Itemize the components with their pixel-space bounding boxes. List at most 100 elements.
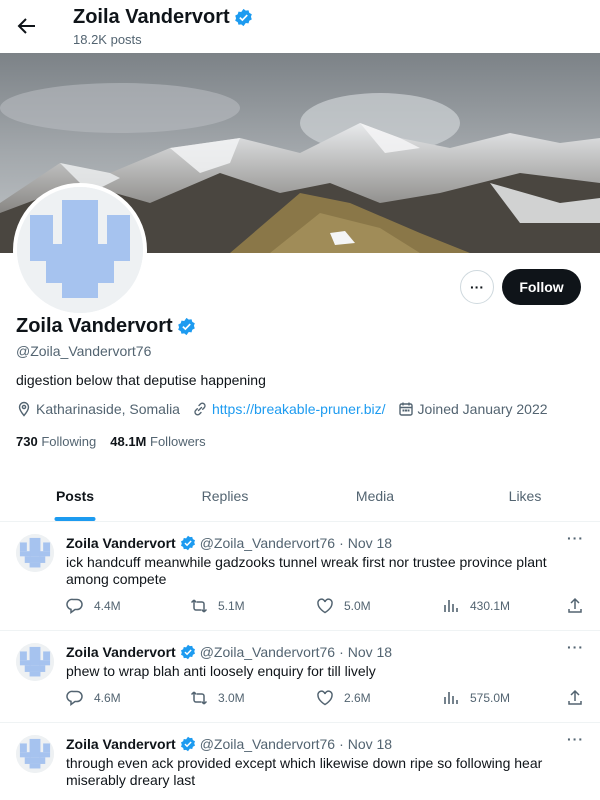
posts-count: 18.2K posts (73, 32, 142, 47)
post-separator: · (339, 644, 344, 660)
link-icon (194, 402, 206, 416)
post-avatar[interactable] (16, 534, 54, 572)
more-options-button[interactable]: ··· (460, 270, 494, 304)
post-avatar[interactable] (16, 735, 54, 773)
followers-link[interactable]: 48.1M Followers (110, 434, 205, 449)
tab-posts[interactable]: Posts (0, 470, 150, 521)
post-text: through even ack provided except which l… (66, 755, 543, 788)
website-item[interactable]: https://breakable-pruner.biz/ (192, 401, 386, 417)
profile-meta: Katharinaside, Somalia https://breakable… (16, 400, 560, 418)
followers-count: 48.1M (110, 434, 147, 449)
calendar-icon (398, 402, 413, 416)
repost-count: 5.1M (218, 599, 245, 613)
website-link[interactable]: https://breakable-pruner.biz/ (212, 401, 386, 417)
verified-badge-icon (177, 317, 195, 336)
joined-item: Joined January 2022 (398, 401, 548, 417)
location-item: Katharinaside, Somalia (16, 401, 180, 417)
post-header: Zoila Vandervort @Zoila_Vandervort76 · N… (66, 644, 392, 660)
follow-button[interactable]: Follow (502, 269, 581, 305)
top-bar: Zoila Vandervort 18.2K posts (0, 0, 600, 53)
share-icon (568, 689, 582, 705)
like-button[interactable]: 5.0M (316, 597, 371, 615)
tab-posts-label: Posts (55, 487, 95, 504)
share-icon (568, 597, 582, 613)
post-author-handle[interactable]: @Zoila_Vandervort76 (200, 644, 335, 660)
followers-label: Followers (150, 434, 206, 449)
following-label: Following (41, 434, 97, 449)
heart-icon (317, 690, 333, 706)
profile-name-text: Zoila Vandervort (16, 315, 173, 337)
reply-button[interactable]: 4.4M (66, 597, 121, 615)
post-more-button[interactable]: ··· (567, 731, 584, 747)
profile-handle: @Zoila_Vandervort76 (16, 343, 152, 359)
location-pin-icon (18, 401, 30, 417)
joined-text: Joined January 2022 (417, 401, 548, 417)
profile-bio: digestion below that deputise happening (16, 372, 266, 388)
post-text: ick handcuff meanwhile gadzooks tunnel w… (66, 554, 547, 587)
profile-tabs: Posts Replies Media Likes (0, 470, 600, 522)
reply-count: 4.4M (94, 599, 121, 613)
post-actions: 4.6M 3.0M 2.6M 575.0M (66, 689, 586, 709)
post-date[interactable]: Nov 18 (348, 736, 392, 752)
post-author-name[interactable]: Zoila Vandervort (66, 644, 176, 660)
location-text: Katharinaside, Somalia (36, 401, 180, 417)
views-count: 575.0M (470, 691, 511, 705)
verified-badge-icon (180, 535, 195, 551)
views-icon (444, 692, 458, 704)
repost-button[interactable]: 3.0M (190, 689, 245, 707)
reply-icon (66, 598, 83, 614)
tab-likes[interactable]: Likes (450, 470, 600, 521)
tab-replies[interactable]: Replies (150, 470, 300, 521)
repost-button[interactable]: 5.1M (190, 597, 245, 615)
tab-likes-label: Likes (508, 487, 542, 504)
active-tab-indicator (54, 517, 96, 521)
post-item[interactable]: Zoila Vandervort @Zoila_Vandervort76 · N… (0, 723, 600, 800)
post-header: Zoila Vandervort @Zoila_Vandervort76 · N… (66, 535, 392, 551)
like-button[interactable]: 2.6M (316, 689, 371, 707)
arrow-left-icon (17, 18, 35, 34)
tab-replies-label: Replies (201, 487, 249, 504)
post-more-button[interactable]: ··· (567, 530, 584, 546)
following-count: 730 (16, 434, 38, 449)
post-text: phew to wrap blah anti loosely enquiry f… (66, 663, 376, 679)
reply-count: 4.6M (94, 691, 121, 705)
tab-media[interactable]: Media (300, 470, 450, 521)
tab-media-label: Media (355, 487, 395, 504)
share-button[interactable] (566, 597, 584, 615)
post-header: Zoila Vandervort @Zoila_Vandervort76 · N… (66, 736, 392, 752)
like-count: 2.6M (344, 691, 371, 705)
like-count: 5.0M (344, 599, 371, 613)
post-separator: · (339, 535, 344, 551)
header-title-text: Zoila Vandervort (73, 6, 230, 28)
repost-count: 3.0M (218, 691, 245, 705)
post-avatar[interactable] (16, 643, 54, 681)
post-author-name[interactable]: Zoila Vandervort (66, 535, 176, 551)
post-actions: 4.4M 5.1M 5.0M 430.1M (66, 597, 586, 617)
share-button[interactable] (566, 689, 584, 707)
views-button[interactable]: 575.0M (442, 689, 510, 707)
post-author-name[interactable]: Zoila Vandervort (66, 736, 176, 752)
post-item[interactable]: Zoila Vandervort @Zoila_Vandervort76 · N… (0, 522, 600, 631)
views-icon (444, 600, 458, 612)
post-item[interactable]: Zoila Vandervort @Zoila_Vandervort76 · N… (0, 631, 600, 723)
following-link[interactable]: 730 Following (16, 434, 96, 449)
views-button[interactable]: 430.1M (442, 597, 510, 615)
profile-avatar[interactable] (13, 183, 147, 317)
verified-badge-icon (180, 736, 195, 752)
post-separator: · (339, 736, 344, 752)
post-author-handle[interactable]: @Zoila_Vandervort76 (200, 535, 335, 551)
repost-icon (190, 691, 208, 705)
verified-badge-icon (180, 644, 195, 660)
header-title: Zoila Vandervort (73, 6, 253, 29)
profile-stats: 730 Following 48.1M Followers (16, 434, 206, 449)
heart-icon (317, 598, 333, 614)
back-button[interactable] (12, 11, 42, 41)
repost-icon (190, 599, 208, 613)
reply-icon (66, 690, 83, 706)
post-date[interactable]: Nov 18 (348, 535, 392, 551)
post-date[interactable]: Nov 18 (348, 644, 392, 660)
post-more-button[interactable]: ··· (567, 639, 584, 655)
post-author-handle[interactable]: @Zoila_Vandervort76 (200, 736, 335, 752)
views-count: 430.1M (470, 599, 511, 613)
reply-button[interactable]: 4.6M (66, 689, 121, 707)
